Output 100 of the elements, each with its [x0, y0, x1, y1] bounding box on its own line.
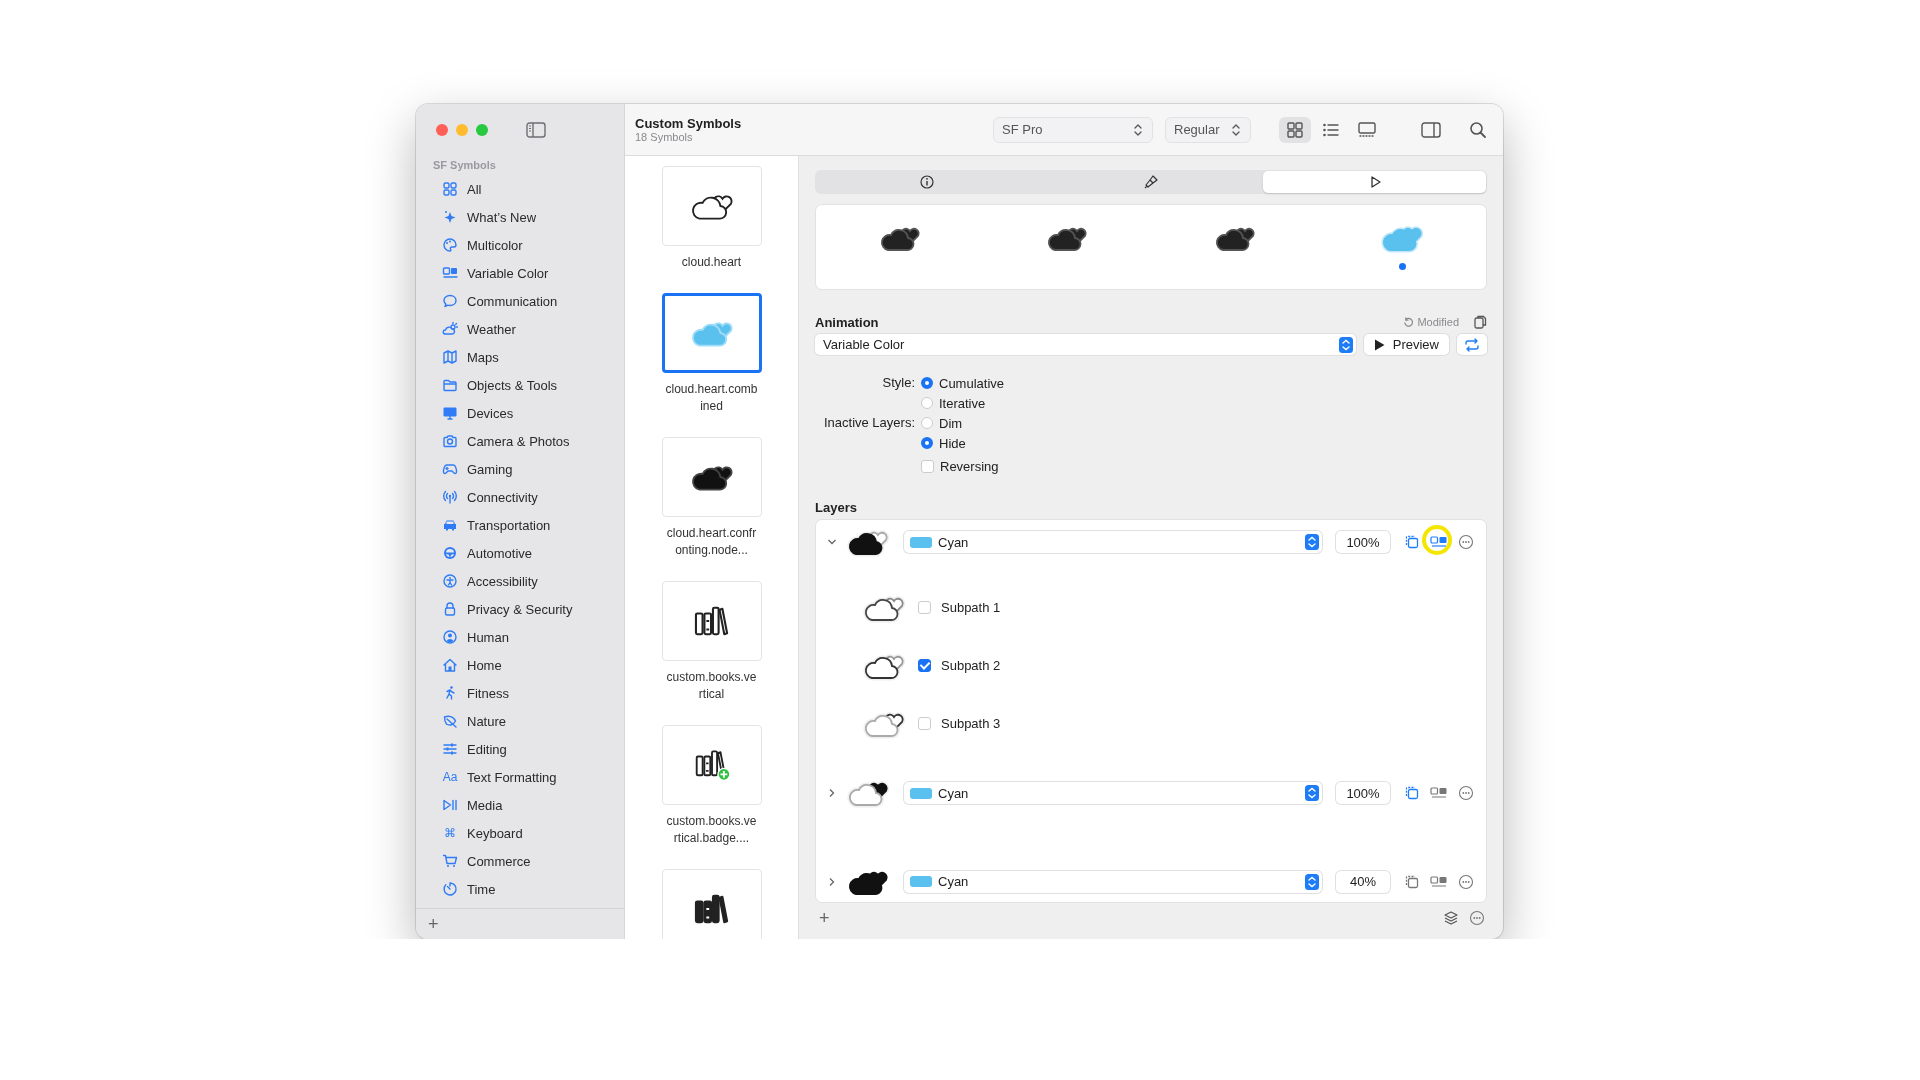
sidebar-item[interactable]: Communication — [442, 287, 624, 315]
layers-icon[interactable] — [1443, 910, 1459, 926]
sidebar-item[interactable]: Devices — [442, 399, 624, 427]
sidebar-item[interactable]: Human — [442, 623, 624, 651]
opacity-field[interactable]: 100% — [1336, 782, 1390, 805]
option-label: Hide — [939, 435, 966, 451]
opacity-field[interactable]: 100% — [1336, 531, 1390, 554]
sidebar-item[interactable]: Weather — [442, 315, 624, 343]
sidebar-item[interactable]: Gaming — [442, 455, 624, 483]
sparkle-icon — [442, 209, 458, 225]
sidebar-item[interactable]: Fitness — [442, 679, 624, 707]
sidebar-item[interactable]: What’s New — [442, 203, 624, 231]
info-icon — [919, 174, 936, 190]
more-icon[interactable] — [1469, 910, 1485, 926]
radio-button[interactable] — [921, 437, 933, 449]
sidebar-item[interactable]: Multicolor — [442, 231, 624, 259]
color-popup[interactable]: Cyan — [904, 782, 1322, 805]
lock-icon — [442, 601, 458, 617]
window-title: Custom Symbols — [635, 116, 743, 131]
sidebar-item[interactable]: Accessibility — [442, 567, 624, 595]
sidebar-item[interactable]: Time — [442, 875, 624, 903]
symbol-count: 18 Symbols — [635, 131, 694, 143]
game-controller-icon — [442, 461, 458, 477]
frame-indicator-dot — [1398, 263, 1406, 270]
checkbox-label: Reversing — [940, 458, 999, 474]
option-label: Iterative — [939, 395, 986, 411]
play-icon — [1373, 338, 1385, 351]
sidebar-item[interactable]: Objects & Tools — [442, 371, 624, 399]
palette-icon — [442, 237, 458, 253]
symbol-name: custom.books.vertical — [665, 669, 758, 703]
checkbox[interactable] — [918, 717, 931, 731]
field-label: Inactive Layers: — [822, 414, 915, 432]
add-button[interactable]: + — [424, 915, 443, 933]
stepper-icon — [1305, 785, 1319, 802]
sidebar-item[interactable]: Camera & Photos — [442, 427, 624, 455]
grid-view-button[interactable] — [1279, 116, 1311, 143]
sidebar-toggle-icon[interactable] — [526, 122, 546, 138]
duplicate-icon[interactable] — [1404, 785, 1420, 802]
gallery-icon — [1358, 120, 1376, 139]
sliders-icon — [442, 741, 458, 757]
sidebar-item[interactable]: All — [442, 175, 624, 203]
opacity-field[interactable]: 40% — [1336, 870, 1390, 893]
sidebar-item[interactable]: Media — [442, 791, 624, 819]
sidebar-item[interactable]: Variable Color — [442, 259, 624, 287]
inspector-toggle-icon[interactable] — [1421, 121, 1441, 138]
repeat-button[interactable] — [1457, 334, 1487, 355]
sidebar-item[interactable]: Home — [442, 651, 624, 679]
symbol-name: cloud.heart.combined — [664, 381, 759, 415]
sidebar-item[interactable]: Editing — [442, 735, 624, 763]
sidebar-item[interactable]: Aa Text Formatting — [442, 763, 624, 791]
radio-button[interactable] — [921, 397, 933, 409]
sidebar-item[interactable]: Automotive — [442, 539, 624, 567]
timer-icon — [442, 881, 458, 897]
map-icon — [442, 349, 458, 365]
section-heading: Layers — [815, 500, 858, 515]
option-label: Dim — [939, 415, 963, 431]
sidebar-item[interactable]: Commerce — [442, 847, 624, 875]
sidebar-item[interactable]: Maps — [442, 343, 624, 371]
add-layer-button[interactable]: + — [815, 909, 834, 927]
radio-button[interactable] — [921, 417, 933, 429]
checkbox[interactable] — [921, 459, 934, 473]
chevron-icon — [1132, 122, 1144, 137]
sidebar-item[interactable]: ⌘ Keyboard — [442, 819, 624, 847]
copy-icon[interactable] — [1473, 314, 1487, 330]
sidebar-item[interactable]: Transportation — [442, 511, 624, 539]
antenna-icon — [442, 489, 458, 505]
weight-popup[interactable]: Regular — [1165, 116, 1251, 143]
more-icon[interactable] — [1458, 873, 1474, 890]
checkbox-label: Subpath 1 — [941, 600, 1001, 616]
preview-button[interactable]: Preview — [1363, 334, 1449, 355]
sidebar-item[interactable]: Connectivity — [442, 483, 624, 511]
reset-icon — [1403, 316, 1415, 328]
squares-icon — [442, 265, 458, 281]
search-icon[interactable] — [1469, 120, 1487, 139]
checkbox[interactable] — [918, 659, 931, 673]
more-icon[interactable] — [1458, 534, 1474, 551]
paintbrush-icon — [1143, 174, 1159, 190]
field-label: Style: — [881, 374, 915, 392]
font-popup[interactable]: SF Pro — [993, 116, 1153, 143]
color-popup[interactable]: Cyan — [904, 870, 1322, 893]
more-icon[interactable] — [1458, 785, 1474, 802]
checkbox[interactable] — [918, 601, 931, 615]
house-icon — [442, 657, 458, 673]
color-popup[interactable]: Cyan — [904, 531, 1322, 554]
glyph-icon: ⌘ — [442, 826, 458, 840]
folder-icon — [442, 377, 458, 393]
duplicate-icon[interactable] — [1404, 873, 1420, 890]
option-label: Cumulative — [939, 375, 1005, 391]
animation-dropdown[interactable]: Variable Color — [815, 334, 1356, 355]
sidebar-item[interactable]: Privacy & Security — [442, 595, 624, 623]
duplicate-icon[interactable] — [1404, 534, 1420, 551]
repeat-icon — [1464, 337, 1480, 352]
variable-color-toggle-icon[interactable] — [1430, 873, 1448, 890]
play-pause-icon — [442, 797, 458, 813]
radio-button[interactable] — [921, 377, 933, 389]
symbol-tile[interactable] — [661, 293, 762, 373]
sidebar-item[interactable]: Nature — [442, 707, 624, 735]
close-button[interactable] — [436, 124, 448, 136]
camera-icon — [442, 433, 458, 449]
stepper-icon — [1305, 873, 1319, 890]
